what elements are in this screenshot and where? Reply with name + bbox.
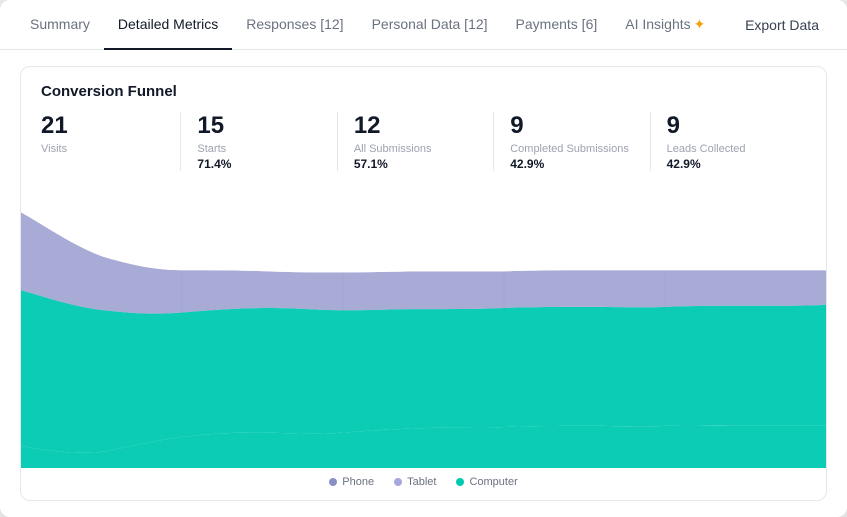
tablet-dot (394, 478, 402, 486)
tab-responses[interactable]: Responses [12] (232, 0, 357, 50)
metric-visits-value: 21 (41, 112, 164, 141)
computer-label: Computer (469, 476, 517, 488)
phone-dot (329, 478, 337, 486)
card-title: Conversion Funnel (21, 67, 826, 112)
metric-all-submissions-value: 12 (354, 112, 477, 141)
tablet-label: Tablet (407, 476, 436, 488)
metric-all-submissions-pct: 57.1% (354, 157, 477, 171)
metric-starts-value: 15 (197, 112, 320, 141)
tab-summary[interactable]: Summary (16, 0, 104, 50)
phone-label: Phone (342, 476, 374, 488)
metric-leads: 9 Leads Collected 42.9% (667, 112, 806, 171)
metric-leads-value: 9 (667, 112, 790, 141)
metric-starts-pct: 71.4% (197, 157, 320, 171)
chart-legend: Phone Tablet Computer (21, 468, 826, 500)
metric-visits: 21 Visits (41, 112, 181, 171)
legend-tablet: Tablet (394, 476, 436, 488)
funnel-chart (21, 179, 826, 468)
metric-leads-label: Leads Collected (667, 143, 790, 155)
legend-computer: Computer (456, 476, 517, 488)
metric-all-submissions-label: All Submissions (354, 143, 477, 155)
metric-starts: 15 Starts 71.4% (197, 112, 337, 171)
computer-dot (456, 478, 464, 486)
ai-star-icon: ✦ (694, 16, 706, 33)
app-window: Summary Detailed Metrics Responses [12] … (0, 0, 847, 517)
metric-visits-label: Visits (41, 143, 164, 155)
export-data-button[interactable]: Export Data (733, 11, 831, 39)
tab-ai-insights[interactable]: AI Insights✦ (611, 0, 719, 50)
metric-completed-submissions: 9 Completed Submissions 42.9% (510, 112, 650, 171)
tab-detailed-metrics[interactable]: Detailed Metrics (104, 0, 232, 50)
metric-starts-label: Starts (197, 143, 320, 155)
metric-all-submissions: 12 All Submissions 57.1% (354, 112, 494, 171)
metrics-row: 21 Visits 15 Starts 71.4% 12 All Submiss… (21, 112, 826, 179)
tab-bar: Summary Detailed Metrics Responses [12] … (0, 0, 847, 50)
metric-completed-pct: 42.9% (510, 157, 633, 171)
main-content: Conversion Funnel 21 Visits 15 Starts 71… (0, 50, 847, 517)
conversion-funnel-card: Conversion Funnel 21 Visits 15 Starts 71… (20, 66, 827, 501)
metric-completed-value: 9 (510, 112, 633, 141)
tab-personal-data[interactable]: Personal Data [12] (358, 0, 502, 50)
tab-payments[interactable]: Payments [6] (502, 0, 612, 50)
metric-leads-pct: 42.9% (667, 157, 790, 171)
metric-completed-label: Completed Submissions (510, 143, 633, 155)
legend-phone: Phone (329, 476, 374, 488)
